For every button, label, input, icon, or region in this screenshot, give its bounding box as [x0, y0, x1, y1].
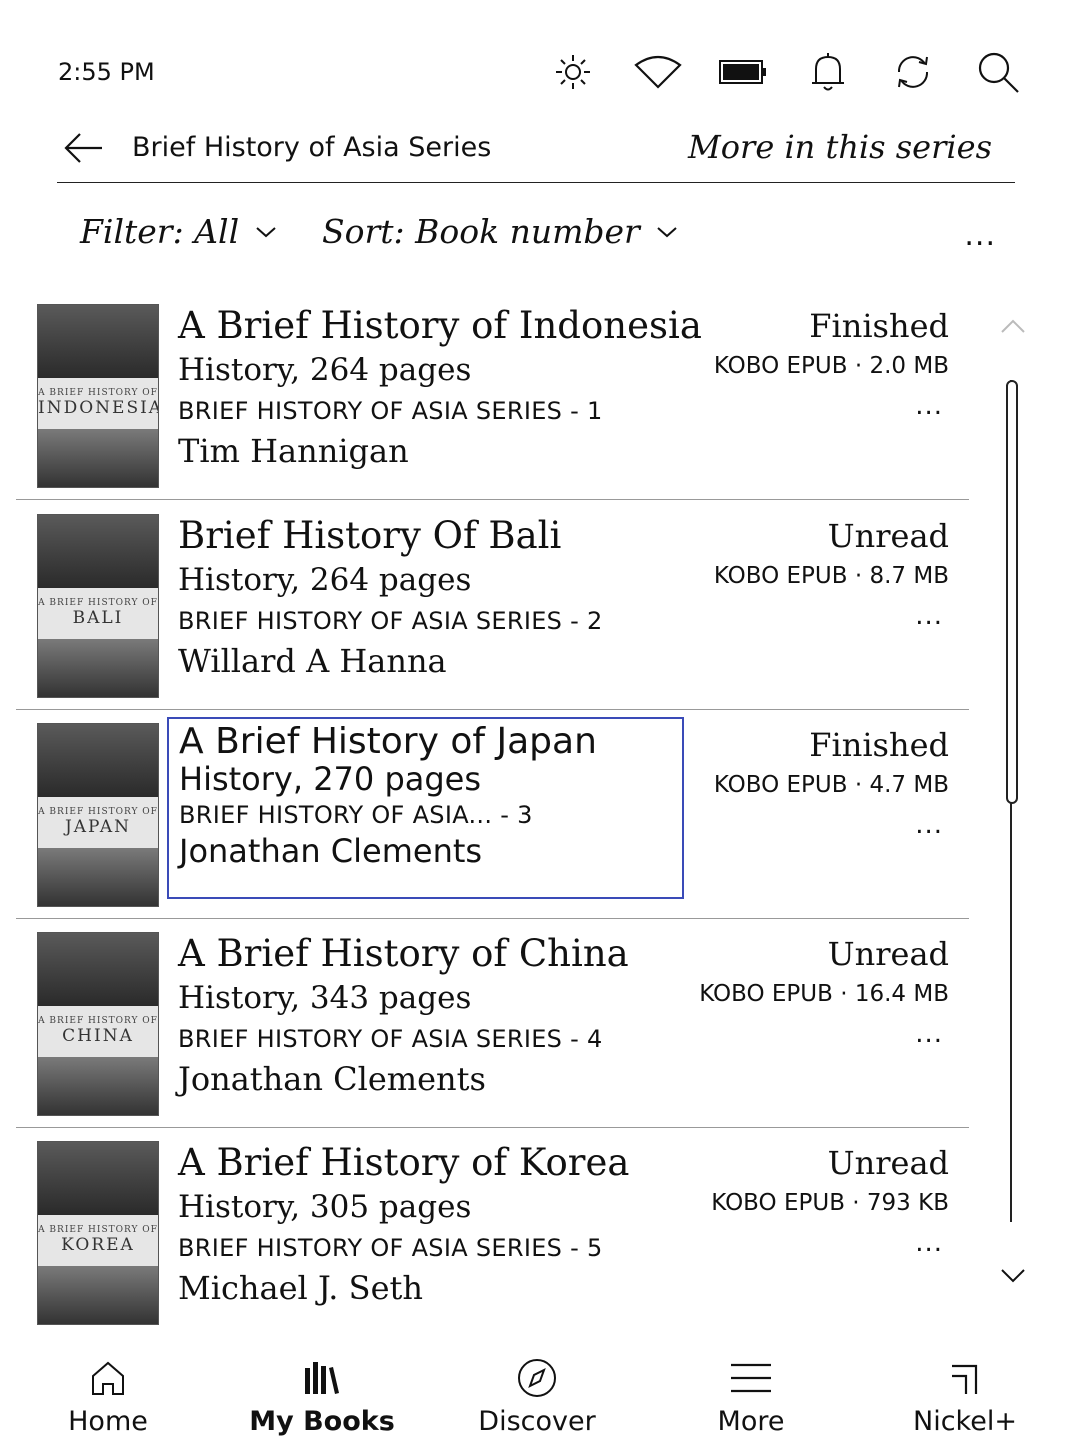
scroll-down-icon[interactable] [1000, 1268, 1026, 1284]
chevron-down-icon [657, 226, 677, 237]
page-title: Brief History of Asia Series [132, 132, 492, 163]
filter-label: Filter: All [80, 212, 240, 251]
cover-subtitle: A BRIEF HISTORY OF [38, 806, 158, 817]
book-title: A Brief History of China [178, 932, 629, 975]
book-series: BRIEF HISTORY OF ASIA SERIES - 5 [178, 1234, 603, 1262]
book-author: Jonathan Clements [179, 832, 483, 870]
nav-more[interactable]: More [651, 1352, 851, 1437]
book-menu-button[interactable]: ... [699, 1012, 943, 1056]
cover-subtitle: A BRIEF HISTORY OF [38, 387, 158, 398]
book-author: Willard A Hanna [178, 642, 447, 680]
nickel-icon [865, 1352, 1065, 1404]
home-icon [8, 1352, 208, 1404]
cover-subtitle: A BRIEF HISTORY OF [38, 1015, 158, 1026]
book-title: Brief History Of Bali [178, 514, 562, 557]
book-row[interactable]: A BRIEF HISTORY OF CHINA A Brief History… [16, 918, 969, 1128]
nav-discover[interactable]: Discover [437, 1352, 637, 1437]
book-menu-button[interactable]: ... [714, 384, 943, 428]
read-status: Unread [827, 1144, 949, 1182]
book-series: BRIEF HISTORY OF ASIA SERIES - 4 [178, 1025, 603, 1053]
divider [57, 182, 1015, 183]
notification-icon[interactable] [785, 50, 870, 94]
nav-label: Nickel+ [913, 1406, 1017, 1437]
book-format: KOBO EPUB · 2.0 MB [713, 353, 949, 379]
cover-title: JAPAN [64, 816, 132, 837]
book-format: KOBO EPUB · 4.7 MB [713, 772, 949, 798]
search-icon[interactable] [955, 50, 1040, 94]
clock: 2:55 PM [58, 58, 155, 86]
book-menu-button[interactable]: ... [714, 803, 943, 847]
cover-title: KOREA [61, 1234, 135, 1255]
book-meta: History, 343 pages [178, 980, 472, 1016]
book-meta: History, 264 pages [178, 352, 472, 388]
wifi-icon[interactable] [615, 50, 700, 94]
book-cover[interactable]: A BRIEF HISTORY OF JAPAN [37, 723, 159, 907]
read-status: Finished [809, 307, 949, 345]
overflow-menu-button[interactable]: ... [964, 218, 996, 253]
book-cover[interactable]: A BRIEF HISTORY OF KOREA [37, 1141, 159, 1325]
nav-label: My Books [249, 1406, 395, 1437]
book-series: BRIEF HISTORY OF ASIA SERIES - 1 [178, 397, 603, 425]
book-meta: History, 270 pages [179, 760, 482, 798]
filter-dropdown[interactable]: Filter: All [80, 212, 279, 251]
nav-label: Discover [478, 1406, 596, 1437]
book-format: KOBO EPUB · 793 KB [711, 1190, 949, 1216]
book-menu-button[interactable]: ... [711, 1221, 943, 1265]
book-author: Michael J. Seth [178, 1269, 423, 1307]
book-title: A Brief History of Korea [178, 1141, 630, 1184]
book-title: A Brief History of Japan [179, 721, 597, 762]
book-row[interactable]: A BRIEF HISTORY OF INDONESIA A Brief His… [16, 290, 969, 500]
book-cover[interactable]: A BRIEF HISTORY OF CHINA [37, 932, 159, 1116]
cover-title: BALI [72, 607, 124, 628]
book-author: Tim Hannigan [178, 432, 409, 470]
back-button[interactable] [62, 130, 106, 166]
nav-nickel[interactable]: Nickel+ [865, 1352, 1065, 1437]
cover-subtitle: A BRIEF HISTORY OF [38, 1224, 158, 1235]
book-row[interactable]: A BRIEF HISTORY OF JAPAN A Brief History… [16, 709, 969, 919]
cover-title: INDONESIA [38, 397, 159, 418]
sort-dropdown[interactable]: Sort: Book number [322, 212, 680, 251]
more-in-series-link[interactable]: More in this series [688, 128, 992, 166]
book-series: BRIEF HISTORY OF ASIA SERIES - 2 [178, 607, 603, 635]
cover-title: CHINA [62, 1025, 134, 1046]
sync-icon[interactable] [870, 50, 955, 94]
nav-my-books[interactable]: My Books [222, 1352, 422, 1437]
read-status: Unread [827, 935, 949, 973]
book-meta: History, 264 pages [178, 562, 472, 598]
book-meta: History, 305 pages [178, 1189, 472, 1225]
brightness-icon[interactable] [530, 50, 615, 94]
read-status: Finished [809, 726, 949, 764]
compass-icon [437, 1352, 637, 1404]
book-author: Jonathan Clements [178, 1060, 486, 1098]
book-cover[interactable]: A BRIEF HISTORY OF INDONESIA [37, 304, 159, 488]
cover-subtitle: A BRIEF HISTORY OF [38, 597, 158, 608]
scroll-up-icon[interactable] [1000, 318, 1026, 334]
nav-label: More [717, 1406, 785, 1437]
book-format: KOBO EPUB · 8.7 MB [713, 563, 949, 589]
sort-label: Sort: Book number [322, 212, 640, 251]
book-title: A Brief History of Indonesia [178, 304, 702, 347]
book-menu-button[interactable]: ... [714, 594, 943, 638]
chevron-down-icon [256, 226, 276, 237]
read-status: Unread [827, 517, 949, 555]
battery-icon[interactable] [700, 50, 785, 94]
book-row[interactable]: A BRIEF HISTORY OF BALI Brief History Of… [16, 500, 969, 710]
scrollbar-thumb[interactable] [1006, 380, 1018, 804]
book-series: BRIEF HISTORY OF ASIA... - 3 [179, 801, 533, 829]
book-row[interactable]: A BRIEF HISTORY OF KOREA A Brief History… [16, 1127, 969, 1336]
status-icons [530, 50, 1040, 94]
books-icon [222, 1352, 422, 1404]
book-cover[interactable]: A BRIEF HISTORY OF BALI [37, 514, 159, 698]
nav-label: Home [68, 1406, 148, 1437]
arrow-left-icon [64, 133, 102, 163]
nav-home[interactable]: Home [8, 1352, 208, 1437]
menu-icon [651, 1352, 851, 1404]
book-format: KOBO EPUB · 16.4 MB [699, 981, 949, 1007]
